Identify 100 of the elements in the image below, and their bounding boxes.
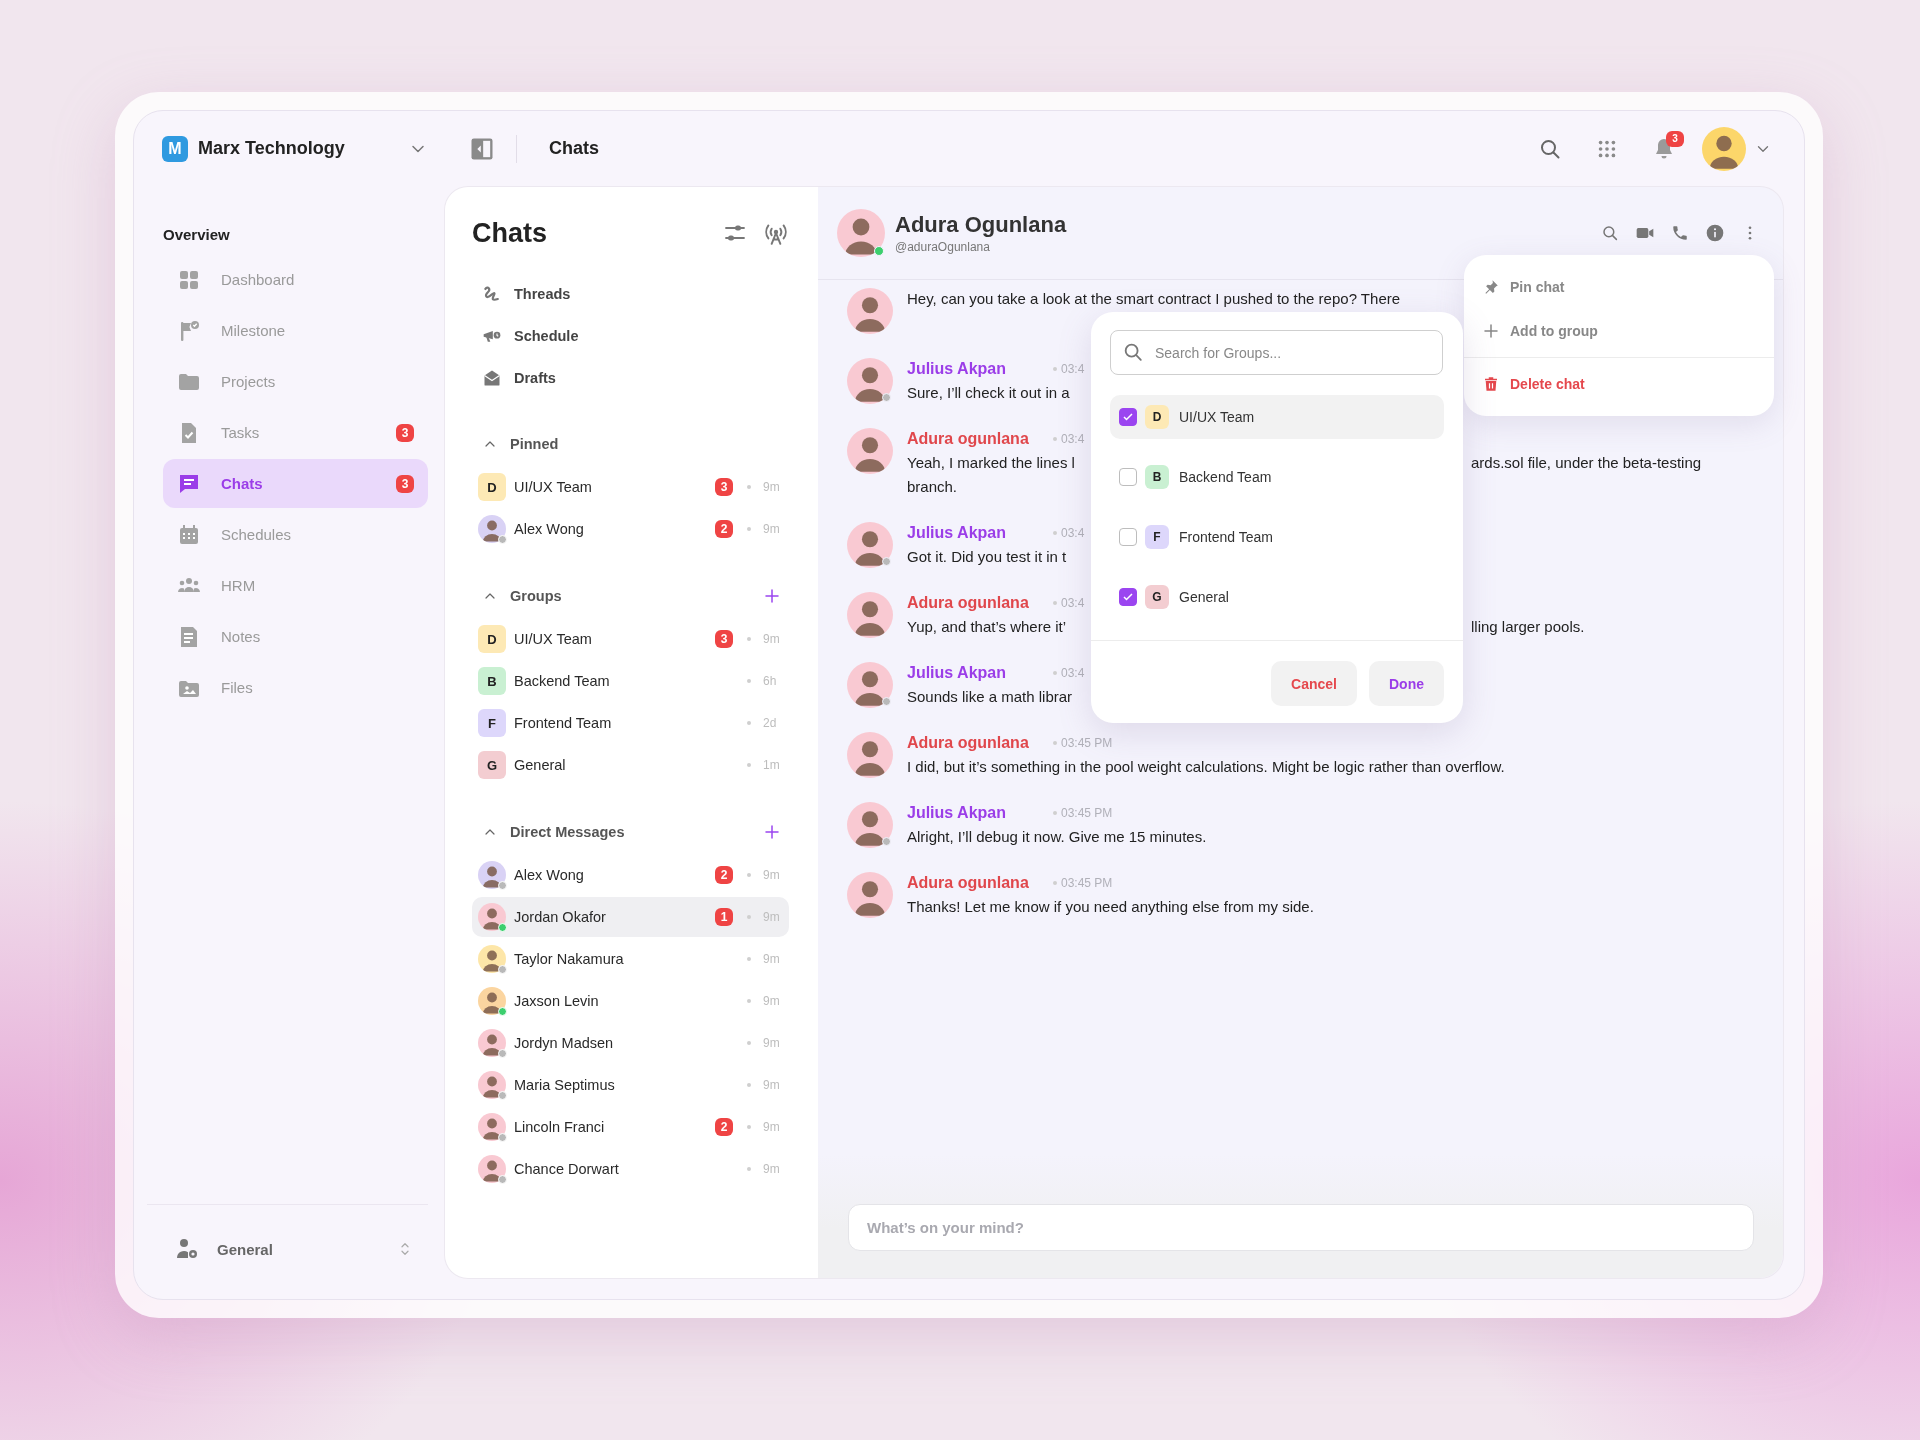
group-avatar: B <box>1145 465 1169 489</box>
avatar <box>847 802 893 848</box>
message-text: Sounds like a math librar <box>907 688 1073 705</box>
message-text: Yup, and that’s where it’ <box>907 618 1066 635</box>
group-option[interactable]: D UI/UX Team <box>1110 395 1444 439</box>
avatar <box>847 522 893 568</box>
checkbox[interactable] <box>1119 468 1137 486</box>
chat-filter-link[interactable]: Schedule <box>472 315 789 357</box>
sidebar-item[interactable]: Chats 3 <box>163 459 428 508</box>
envelope-icon <box>482 368 502 388</box>
chat-filter-link[interactable]: Threads <box>472 273 789 315</box>
user-avatar[interactable] <box>1702 126 1746 171</box>
unread-badge: 2 <box>715 1118 733 1136</box>
sender-name: Adura ogunlana <box>907 874 1029 891</box>
group-option[interactable]: G General <box>1110 575 1444 619</box>
menu-item[interactable]: Add to group <box>1464 309 1774 353</box>
group-option[interactable]: F Frontend Team <box>1110 515 1444 559</box>
chat-item[interactable]: D UI/UX Team 3 9m <box>472 619 789 659</box>
message-text: Hey, can you take a look at the smart contract I pushed to the repo? There <box>907 290 1401 307</box>
squiggle-icon <box>482 284 502 304</box>
group-avatar: F <box>478 709 506 737</box>
message-time: 03:4 <box>1061 596 1085 610</box>
avatar <box>847 662 893 708</box>
group-avatar: G <box>1145 585 1169 609</box>
info-icon[interactable] <box>1705 223 1725 243</box>
avatar <box>847 358 893 404</box>
chat-item[interactable]: D UI/UX Team 3 9m <box>472 467 789 507</box>
chat-item[interactable]: Lincoln Franci 2 9m <box>472 1107 789 1147</box>
checkbox[interactable] <box>1119 528 1137 546</box>
message-time: 03:45 PM <box>1061 736 1113 750</box>
chat-item[interactable]: Chance Dorwart 9m <box>472 1149 789 1189</box>
sender-name: Adura ogunlana <box>907 430 1029 447</box>
chat-filter-link[interactable]: Drafts <box>472 357 789 399</box>
workspace-logo: M <box>162 135 188 162</box>
plus-icon[interactable] <box>763 587 781 605</box>
phone-icon[interactable] <box>1671 224 1689 242</box>
message-text: Thanks! Let me know if you need anything else from my side. <box>907 898 1314 915</box>
menu-item[interactable]: Pin chat <box>1464 265 1774 309</box>
chat-item[interactable]: B Backend Team 6h <box>472 661 789 701</box>
message-time: 03:4 <box>1061 666 1085 680</box>
unread-badge: 3 <box>715 630 733 648</box>
chat-item[interactable]: G General 1m <box>472 745 789 785</box>
group-option[interactable]: B Backend Team <box>1110 455 1444 499</box>
checkbox[interactable] <box>1119 588 1137 606</box>
checkbox[interactable] <box>1119 408 1137 426</box>
done-button[interactable]: Done <box>1369 661 1444 706</box>
message-text: Got it. Did you test it in t <box>907 548 1067 565</box>
message-text: Yeah, I marked the lines l <box>907 454 1075 471</box>
chat-item[interactable]: Jordyn Madsen 9m <box>472 1023 789 1063</box>
checkmark-icon <box>1122 411 1134 423</box>
sender-name: Julius Akpan <box>907 524 1006 541</box>
chat-item[interactable]: Taylor Nakamura 9m <box>472 939 789 979</box>
sidebar-item[interactable]: Tasks 3 <box>163 408 428 457</box>
count-badge: 3 <box>396 474 414 493</box>
chat-item[interactable]: Alex Wong 2 9m <box>472 509 789 549</box>
trash-icon <box>1482 375 1500 393</box>
page-title: Chats <box>549 138 600 159</box>
chat-item[interactable]: Alex Wong 2 9m <box>472 855 789 895</box>
chat-item[interactable]: F Frontend Team 2d <box>472 703 789 743</box>
plus-icon <box>1482 322 1500 340</box>
group-avatar: D <box>478 473 506 501</box>
contact-name: Adura Ogunlana <box>895 212 1068 238</box>
message-text: Sure, I’ll check it out in a <box>907 384 1070 401</box>
section-title: Pinned <box>510 436 560 452</box>
avatar <box>837 209 885 257</box>
group-avatar: B <box>478 667 506 695</box>
sender-name: Adura ogunlana <box>907 594 1029 611</box>
unread-badge: 2 <box>715 866 733 884</box>
cancel-button[interactable]: Cancel <box>1271 661 1357 706</box>
notification-badge: 3 <box>1666 130 1684 147</box>
message-text: I did, but it’s something in the pool weight calculations. Might be logic rather than overflow. <box>907 758 1505 775</box>
contact-handle: @aduraOgunlana <box>895 240 991 254</box>
message-text: ards.sol file, under the beta-testing <box>1471 454 1702 471</box>
menu-item[interactable]: Delete chat <box>1464 362 1774 406</box>
message-time: 03:4 <box>1061 526 1085 540</box>
message-text: lling larger pools. <box>1471 618 1585 635</box>
search-icon <box>1122 341 1144 363</box>
workspace-name[interactable]: Marx Technology <box>198 138 398 159</box>
user-settings-icon <box>175 1237 199 1261</box>
sender-name: Julius Akpan <box>907 804 1006 821</box>
chat-item[interactable]: Jaxson Levin 9m <box>472 981 789 1021</box>
search-icon[interactable] <box>1601 224 1619 242</box>
plus-icon[interactable] <box>763 823 781 841</box>
group-avatar: F <box>1145 525 1169 549</box>
panel-title: Chats <box>472 217 548 249</box>
message-time: 03:45 PM <box>1061 806 1113 820</box>
sender-name: Julius Akpan <box>907 360 1006 377</box>
message-time: 03:45 PM <box>1061 876 1113 890</box>
group-avatar: G <box>478 751 506 779</box>
calendar-icon <box>177 522 201 547</box>
group-avatar: D <box>1145 405 1169 429</box>
search-field[interactable]: Search for Groups... <box>1110 330 1443 375</box>
section-title: Direct Messages <box>510 824 626 840</box>
chat-item[interactable]: Maria Septimus 9m <box>472 1065 789 1105</box>
sender-name: Julius Akpan <box>907 664 1006 681</box>
message-input[interactable]: What’s on your mind? <box>848 1204 1754 1251</box>
unread-badge: 3 <box>715 478 733 496</box>
workspace-switcher[interactable]: General <box>217 1240 378 1258</box>
unread-badge: 2 <box>715 520 733 538</box>
unread-badge: 1 <box>715 908 733 926</box>
